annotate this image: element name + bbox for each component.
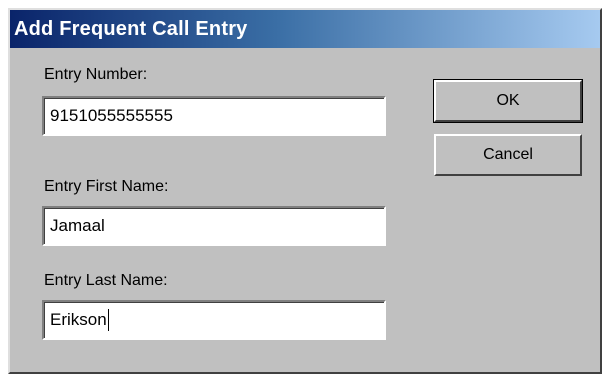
entry-number-field[interactable]: 9151055555555 — [42, 96, 386, 136]
cancel-button[interactable]: Cancel — [434, 134, 582, 176]
entry-first-name-value: Jamaal — [50, 216, 105, 235]
dialog-title: Add Frequent Call Entry — [14, 17, 248, 40]
entry-first-name-field[interactable]: Jamaal — [42, 206, 386, 246]
ok-button[interactable]: OK — [433, 79, 583, 123]
text-caret — [107, 309, 109, 331]
entry-last-name-value: Erikson — [50, 310, 107, 329]
entry-number-label: Entry Number: — [44, 66, 148, 83]
title-bar[interactable]: Add Frequent Call Entry — [10, 10, 600, 48]
entry-number-value: 9151055555555 — [50, 106, 173, 125]
entry-last-name-label: Entry Last Name: — [44, 272, 168, 289]
entry-first-name-label: Entry First Name: — [44, 178, 169, 195]
add-frequent-call-entry-dialog: Add Frequent Call Entry Entry Number: 91… — [8, 8, 602, 374]
entry-last-name-field[interactable]: Erikson — [42, 300, 386, 340]
